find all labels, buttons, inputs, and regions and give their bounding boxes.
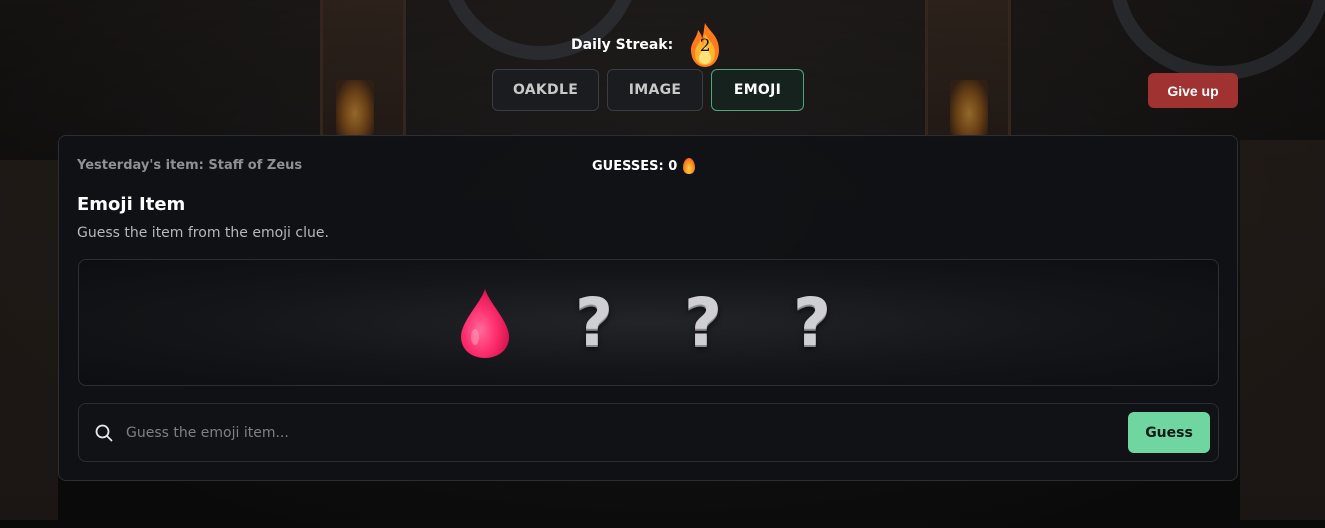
guesses-label: GUESSES: 0 (592, 158, 678, 174)
page-title: Emoji Item (77, 194, 186, 215)
fire-icon: 2 (685, 22, 725, 68)
question-mark-icon: ? (574, 283, 614, 361)
question-mark-icon: ? (792, 283, 832, 361)
game-panel: Yesterday's item: Staff of Zeus GUESSES:… (58, 135, 1238, 481)
background-shelf (0, 160, 58, 520)
tab-oakdle[interactable]: OAKDLE (492, 69, 599, 111)
lantern-icon (950, 80, 988, 136)
give-up-button[interactable]: Give up (1148, 73, 1238, 108)
fire-icon (683, 158, 696, 174)
yesterday-item: Yesterday's item: Staff of Zeus (77, 158, 303, 173)
background-shelf (1240, 140, 1325, 520)
streak-count: 2 (699, 36, 711, 56)
tab-emoji[interactable]: EMOJI (711, 69, 804, 111)
guess-form: Guess (78, 403, 1219, 462)
emoji-clue-box: ? ? ? (78, 259, 1219, 386)
background-arch (1110, 0, 1325, 80)
background-pillar (320, 0, 406, 140)
mode-tabs: OAKDLE IMAGE EMOJI (492, 69, 804, 111)
background-pillar (925, 0, 1011, 140)
page-subtitle: Guess the item from the emoji clue. (77, 225, 329, 241)
question-mark-icon: ? (683, 283, 723, 361)
lantern-icon (336, 80, 374, 136)
guesses-counter: GUESSES: 0 (592, 158, 696, 174)
tab-image[interactable]: IMAGE (607, 69, 703, 111)
blood-drop-icon (459, 287, 511, 359)
streak-label: Daily Streak: (571, 37, 674, 53)
daily-streak: Daily Streak: 2 (571, 22, 725, 68)
search-icon (95, 424, 113, 442)
guess-input[interactable] (126, 414, 1106, 452)
guess-button[interactable]: Guess (1128, 412, 1210, 453)
